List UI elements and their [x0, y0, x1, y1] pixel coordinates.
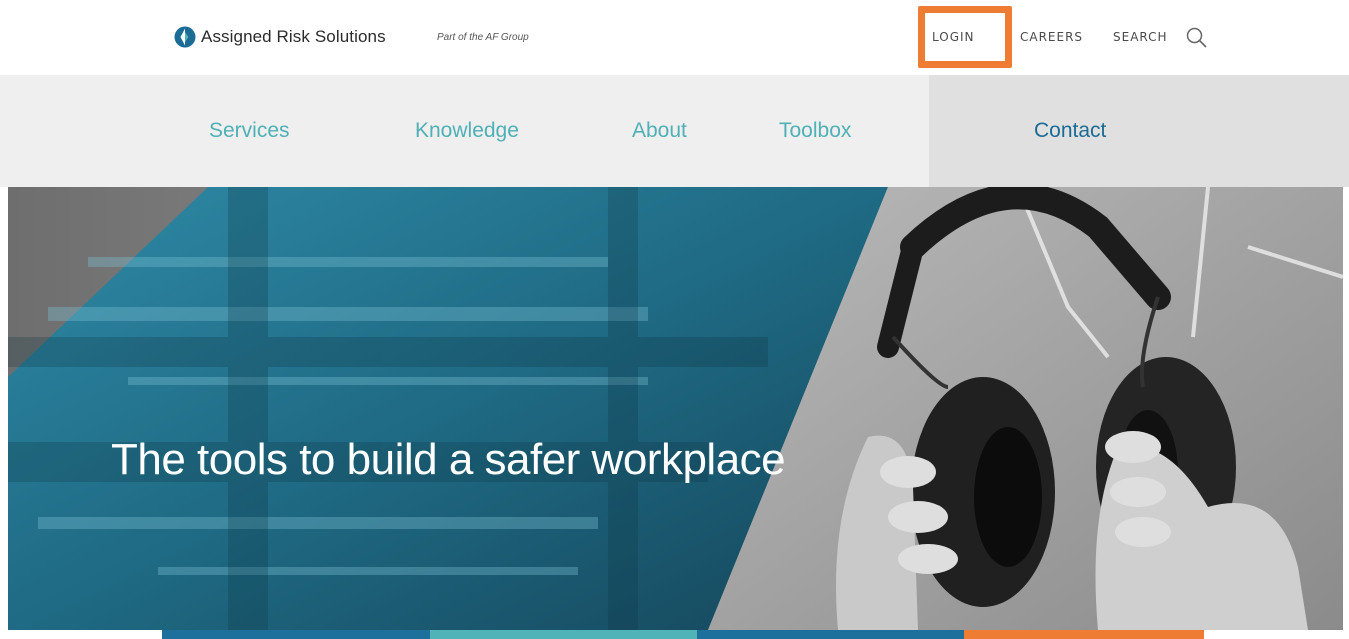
- tagline: Part of the AF Group: [437, 32, 529, 43]
- nav-item-contact[interactable]: Contact: [1034, 119, 1106, 143]
- hero-banner: The tools to build a safer workplace: [8, 187, 1343, 630]
- nav-contact-highlight: [929, 75, 1349, 187]
- careers-link[interactable]: CAREERS: [1020, 30, 1083, 44]
- top-bar: Assigned Risk Solutions Part of the AF G…: [0, 0, 1349, 75]
- nav-item-services[interactable]: Services: [209, 119, 290, 143]
- feature-tab-4[interactable]: [964, 630, 1204, 639]
- nav-item-knowledge[interactable]: Knowledge: [415, 119, 519, 143]
- login-link[interactable]: LOGIN: [932, 30, 975, 44]
- hero-heading: The tools to build a safer workplace: [111, 435, 786, 484]
- feature-tab-2[interactable]: [430, 630, 697, 639]
- hero-image: [8, 187, 1343, 630]
- search-icon[interactable]: [1186, 27, 1207, 48]
- nav-item-about[interactable]: About: [632, 119, 687, 143]
- site-logo[interactable]: Assigned Risk Solutions: [174, 26, 386, 48]
- feature-tab-1[interactable]: [162, 630, 430, 639]
- logo-text: Assigned Risk Solutions: [201, 27, 386, 46]
- logo-icon: [174, 26, 196, 48]
- main-nav: Services Knowledge About Toolbox Contact: [0, 75, 1349, 187]
- search-link[interactable]: SEARCH: [1113, 30, 1168, 44]
- feature-tab-3[interactable]: [697, 630, 964, 639]
- nav-item-toolbox[interactable]: Toolbox: [779, 119, 851, 143]
